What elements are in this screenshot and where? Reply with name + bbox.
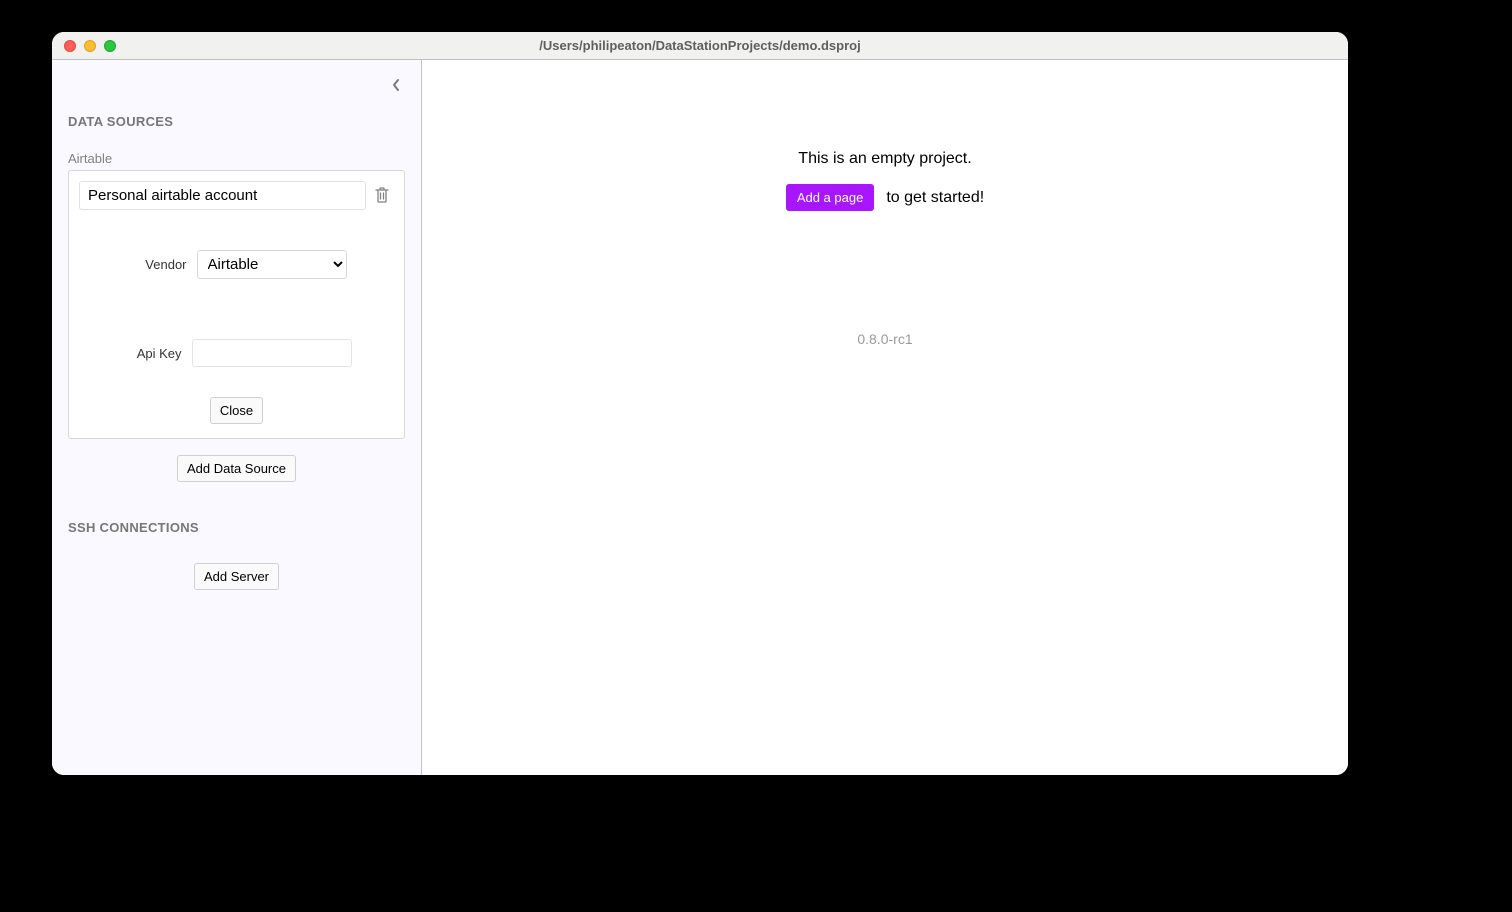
add-data-source-button[interactable]: Add Data Source [177, 455, 296, 482]
close-button-row: Close [79, 397, 394, 424]
add-server-button[interactable]: Add Server [194, 563, 279, 590]
empty-project-text: This is an empty project. [798, 150, 971, 168]
window-close-button[interactable] [64, 40, 76, 52]
app-body: DATA SOURCES Airtable Vendor Airtable [52, 60, 1348, 775]
vendor-select[interactable]: Airtable [197, 250, 347, 279]
close-button[interactable]: Close [210, 397, 263, 424]
data-source-card: Vendor Airtable Api Key Close [68, 170, 405, 439]
main-area: This is an empty project. Add a page to … [422, 60, 1348, 775]
apikey-label: Api Key [122, 346, 182, 361]
apikey-input[interactable] [192, 339, 352, 367]
get-started-text: to get started! [886, 189, 984, 207]
trash-icon [374, 186, 390, 204]
data-source-name-row [79, 181, 394, 210]
data-source-name-input[interactable] [79, 181, 366, 210]
window-minimize-button[interactable] [84, 40, 96, 52]
sidebar: DATA SOURCES Airtable Vendor Airtable [52, 60, 422, 775]
titlebar: /Users/philipeaton/DataStationProjects/d… [52, 32, 1348, 60]
add-data-source-row: Add Data Source [68, 455, 405, 482]
window-title: /Users/philipeaton/DataStationProjects/d… [52, 38, 1348, 53]
window-zoom-button[interactable] [104, 40, 116, 52]
data-sources-header: DATA SOURCES [68, 114, 405, 129]
apikey-row: Api Key [79, 339, 394, 367]
get-started-row: Add a page to get started! [786, 184, 984, 211]
window-traffic-lights [52, 40, 116, 52]
vendor-row: Vendor Airtable [79, 250, 394, 279]
add-server-row: Add Server [68, 563, 405, 590]
data-source-type-label: Airtable [68, 151, 405, 166]
ssh-connections-header: SSH CONNECTIONS [68, 520, 405, 535]
vendor-label: Vendor [127, 257, 187, 272]
add-page-button[interactable]: Add a page [786, 184, 875, 211]
sidebar-collapse-button[interactable] [385, 74, 407, 96]
version-label: 0.8.0-rc1 [857, 331, 912, 347]
delete-data-source-button[interactable] [374, 186, 394, 206]
app-window: /Users/philipeaton/DataStationProjects/d… [52, 32, 1348, 775]
chevron-left-icon [391, 78, 401, 92]
